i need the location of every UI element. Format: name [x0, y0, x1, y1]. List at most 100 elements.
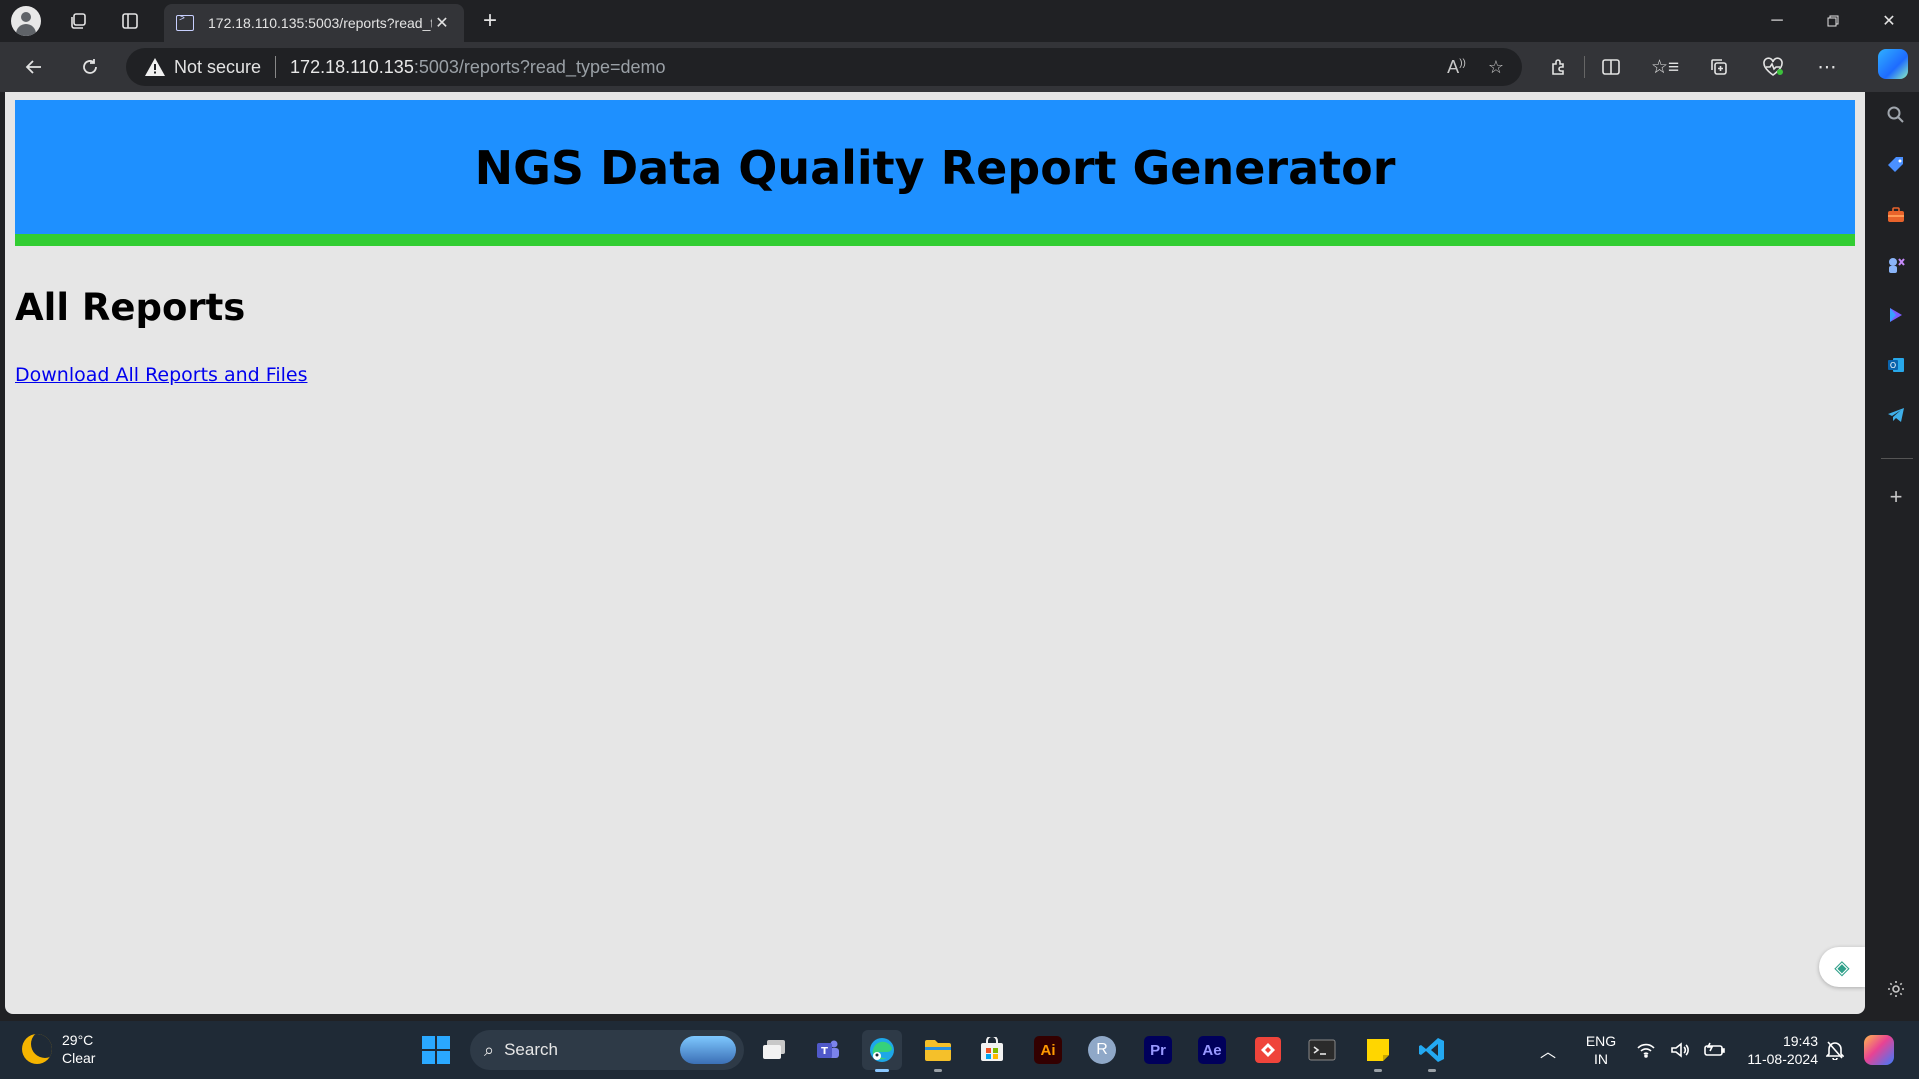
search-icon[interactable] [1881, 100, 1911, 130]
toolbar-separator [1584, 56, 1585, 78]
sticky-notes-icon [1367, 1039, 1389, 1061]
outlook-icon[interactable]: O [1881, 350, 1911, 380]
svg-text:T: T [821, 1046, 828, 1057]
running-indicator [934, 1069, 942, 1072]
clock[interactable]: 19:43 11-08-2024 [1736, 1021, 1818, 1079]
address-bar[interactable]: Not secure 172.18.110.135:5003/reports?r… [126, 48, 1522, 86]
premiere-button[interactable]: Pr [1138, 1030, 1178, 1070]
chevron-up-icon: ︿ [1540, 1044, 1557, 1061]
system-tray-icons[interactable] [1636, 1021, 1726, 1079]
edge-button[interactable] [862, 1030, 902, 1072]
start-button[interactable] [416, 1030, 456, 1070]
running-indicator [1374, 1069, 1382, 1072]
back-button[interactable] [16, 51, 52, 83]
tray-overflow-button[interactable]: ︿ [1540, 1021, 1556, 1079]
security-status[interactable]: Not secure [174, 57, 261, 78]
vscode-icon [1419, 1038, 1444, 1062]
new-tab-button[interactable]: + [472, 5, 508, 37]
language-line1: ENG [1585, 1033, 1617, 1049]
weather-temp: 29°C [62, 1032, 94, 1048]
minimize-icon: ─ [1771, 12, 1783, 29]
vscode-button[interactable] [1412, 1030, 1452, 1072]
close-icon: ✕ [1882, 13, 1896, 30]
volume-icon [1671, 1042, 1689, 1058]
profile-icon [11, 6, 41, 36]
shopping-tag-icon[interactable] [1881, 150, 1911, 180]
tab-title: 172.18.110.135:5003/reports?read_type=de… [208, 15, 432, 31]
plus-icon: + [482, 7, 497, 34]
restore-icon [1827, 15, 1839, 27]
settings-icon[interactable] [1881, 974, 1911, 1004]
read-aloud-icon[interactable]: A)) [1447, 57, 1466, 78]
sticky-notes-button[interactable] [1358, 1030, 1398, 1072]
notification-button[interactable] [1826, 1021, 1844, 1079]
copilot-360-icon[interactable] [1881, 300, 1911, 330]
windows-logo-icon [422, 1036, 450, 1064]
telegram-icon[interactable] [1881, 400, 1911, 430]
refresh-button[interactable] [72, 51, 108, 83]
restore-button[interactable] [1805, 0, 1861, 42]
warning-icon[interactable] [144, 57, 166, 77]
task-view-icon [763, 1040, 785, 1059]
svg-text:O: O [1890, 361, 1896, 370]
favorites-icon[interactable]: ☆≡ [1647, 51, 1683, 83]
section-title: All Reports [15, 286, 246, 329]
tab-close-icon[interactable]: ✕ [432, 13, 452, 33]
windows-taskbar: 29°C Clear ⌕ Search T Ai R Pr Ae ︿ ENG I… [0, 1021, 1919, 1079]
back-arrow-icon [25, 60, 41, 74]
browser-tab-active[interactable]: 172.18.110.135:5003/reports?read_type=de… [164, 4, 464, 42]
heart-pulse-icon[interactable] [1755, 51, 1791, 83]
after-effects-button[interactable]: Ae [1192, 1030, 1232, 1070]
file-explorer-button[interactable] [918, 1030, 958, 1072]
terminal-icon [1308, 1039, 1336, 1061]
store-icon [981, 1037, 1003, 1061]
workspaces-button[interactable] [60, 5, 96, 37]
split-screen-icon[interactable] [1593, 51, 1629, 83]
wifi-icon [1637, 1043, 1655, 1058]
star-icon[interactable]: ☆ [1488, 57, 1504, 78]
taskbar-search[interactable]: ⌕ Search [470, 1030, 744, 1070]
edge-icon [870, 1038, 894, 1062]
vertical-tabs-button[interactable] [112, 5, 148, 37]
collections-icon[interactable] [1701, 51, 1737, 83]
task-view-button[interactable] [754, 1030, 794, 1070]
layers-icon: ◈ [1834, 956, 1850, 979]
download-all-link[interactable]: Download All Reports and Files [15, 364, 307, 386]
toolbar-actions: ☆≡ ⋯ [1540, 51, 1845, 83]
profile-button[interactable] [8, 5, 44, 37]
add-icon[interactable]: + [1881, 482, 1911, 512]
language-line2: IN [1594, 1051, 1608, 1067]
search-highlight-image [680, 1036, 736, 1064]
window-close-button[interactable]: ✕ [1861, 0, 1917, 42]
url-host[interactable]: 172.18.110.135 [290, 57, 414, 78]
more-icon[interactable]: ⋯ [1809, 51, 1845, 83]
minimize-button[interactable]: ─ [1749, 0, 1805, 42]
copilot-taskbar-button[interactable] [1864, 1021, 1894, 1079]
battery-icon [1704, 1042, 1725, 1056]
floating-extension-button[interactable]: ◈ [1819, 947, 1865, 987]
tools-icon[interactable] [1881, 200, 1911, 230]
games-icon[interactable] [1881, 250, 1911, 280]
tab-strip: 172.18.110.135:5003/reports?read_type=de… [0, 0, 1919, 42]
extensions-icon[interactable] [1540, 51, 1576, 83]
after-effects-icon: Ae [1198, 1036, 1226, 1064]
r-button[interactable]: R [1082, 1030, 1122, 1070]
notification-bell-icon [1826, 1041, 1844, 1060]
illustrator-button[interactable]: Ai [1028, 1030, 1068, 1070]
page-title: NGS Data Quality Report Generator [474, 141, 1396, 195]
teams-button[interactable]: T [808, 1030, 848, 1070]
search-label: Search [504, 1040, 558, 1059]
teams-icon: T [817, 1040, 839, 1058]
illustrator-icon: Ai [1034, 1036, 1062, 1064]
weather-widget[interactable]: 29°C Clear [22, 1031, 95, 1067]
edge-sidebar: O + [1873, 92, 1919, 1014]
anydesk-button[interactable] [1248, 1030, 1288, 1070]
copilot-icon[interactable] [1878, 49, 1908, 79]
language-indicator[interactable]: ENG IN [1582, 1021, 1620, 1079]
running-indicator [1428, 1069, 1436, 1072]
clock-time: 19:43 [1782, 1033, 1818, 1049]
page-header: NGS Data Quality Report Generator [15, 100, 1855, 246]
store-button[interactable] [972, 1030, 1012, 1070]
url-path[interactable]: :5003/reports?read_type=demo [414, 57, 666, 78]
terminal-button[interactable] [1302, 1030, 1342, 1070]
